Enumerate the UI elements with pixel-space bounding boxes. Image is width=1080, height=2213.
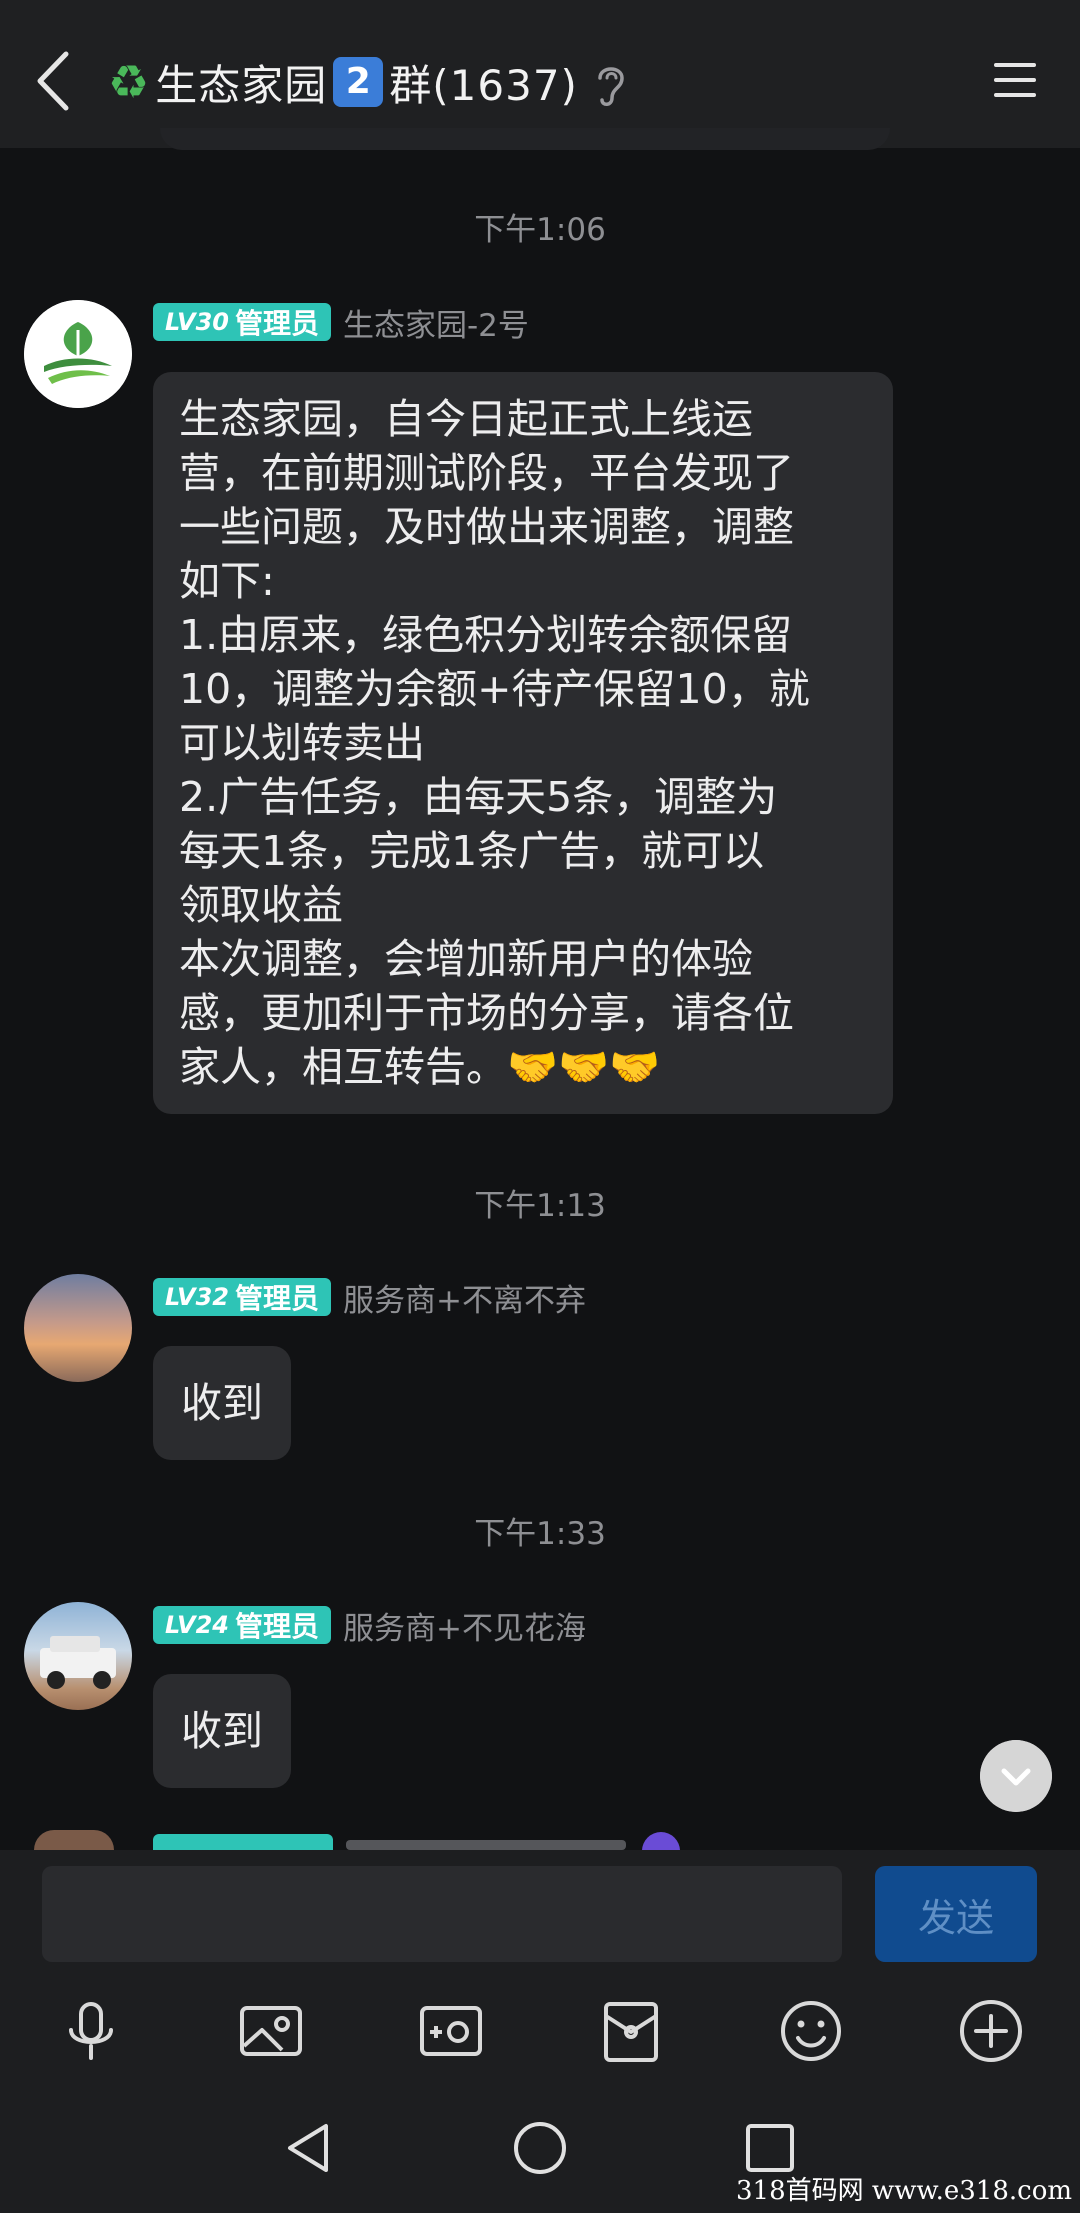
message-line: 营，在前期测试阶段，平台发现了	[179, 449, 794, 497]
plus-icon[interactable]	[956, 1996, 1026, 2066]
group-member-count: 群(1637)	[389, 60, 578, 110]
top-bar: ♻ 生态家园 2 群(1637)	[0, 0, 1080, 148]
nav-recents-icon[interactable]	[740, 2118, 800, 2178]
timestamp: 下午1:33	[474, 1516, 606, 1552]
message-line: 一些问题，及时做出来调整，调整	[179, 503, 794, 551]
avatar[interactable]	[24, 300, 132, 408]
timestamp: 下午1:06	[474, 212, 606, 248]
group-name: 生态家园	[155, 60, 328, 110]
level-badge: LV24 管理员	[153, 1606, 331, 1644]
message-bubble[interactable]: 收到	[153, 1674, 291, 1788]
timestamp: 下午1:13	[474, 1188, 606, 1224]
message-line: 可以划转卖出	[179, 719, 425, 767]
sender-row: LV30 管理员 生态家园-2号	[153, 303, 529, 344]
group-number-badge: 2	[333, 57, 384, 107]
menu-icon[interactable]	[992, 60, 1038, 100]
level-badge: LV30 管理员	[153, 303, 331, 341]
message-line: 2.广告任务，由每天5条，调整为	[179, 773, 778, 821]
level-badge: LV32 管理员	[153, 1278, 331, 1316]
nav-home-icon[interactable]	[510, 2118, 570, 2178]
sender-name: 服务商+不离不弃	[342, 1282, 586, 1319]
message-line: 每天1条，完成1条广告，就可以	[179, 827, 765, 875]
next-message-partial	[0, 1826, 1080, 1850]
message-bubble[interactable]: 生态家园，自今日起正式上线运 营，在前期测试阶段，平台发现了 一些问题，及时做出…	[153, 372, 893, 1114]
car-photo	[40, 1636, 116, 1689]
message-line: 感，更加利于市场的分享，请各位	[179, 989, 794, 1037]
message-line: 领取收益	[179, 881, 343, 929]
message-bubble[interactable]: 收到	[153, 1346, 291, 1460]
watermark-text: 318首码网 www.e318.com	[736, 2176, 1072, 2206]
message-line: 如下:	[179, 557, 275, 605]
microphone-icon[interactable]	[56, 1996, 126, 2066]
avatar[interactable]	[24, 1602, 132, 1710]
back-arrow-icon[interactable]	[28, 46, 80, 116]
message-line: 10，调整为余额+待产保留10，就	[179, 665, 810, 713]
avatar[interactable]	[24, 1274, 132, 1382]
recycle-icon: ♻	[108, 55, 150, 109]
sender-row: LV32 管理员 服务商+不离不弃	[153, 1278, 586, 1319]
message-line: 1.由原来，绿色积分划转余额保留	[179, 611, 793, 659]
image-icon[interactable]	[236, 1996, 306, 2066]
group-title[interactable]: ♻ 生态家园 2 群(1637)	[108, 52, 578, 112]
sprout-logo-icon	[24, 300, 132, 408]
send-button[interactable]: 发送	[875, 1866, 1037, 1962]
scroll-to-bottom-button[interactable]	[980, 1740, 1052, 1812]
message-input[interactable]	[42, 1866, 842, 1962]
camera-icon[interactable]	[416, 1996, 486, 2066]
message-line: 生态家园，自今日起正式上线运	[179, 395, 753, 443]
nav-back-icon[interactable]	[280, 2118, 340, 2178]
emoji-icon[interactable]	[776, 1996, 846, 2066]
message-line: 本次调整，会增加新用户的体验	[179, 935, 753, 983]
message-line: 家人，相互转告。🤝🤝🤝	[179, 1043, 661, 1091]
red-packet-icon[interactable]	[596, 1996, 666, 2066]
pinned-notice-edge	[160, 128, 890, 150]
sender-name: 服务商+不见花海	[342, 1610, 586, 1647]
sender-row: LV24 管理员 服务商+不见花海	[153, 1606, 586, 1647]
ear-icon[interactable]	[590, 60, 630, 108]
sender-name: 生态家园-2号	[342, 307, 529, 344]
